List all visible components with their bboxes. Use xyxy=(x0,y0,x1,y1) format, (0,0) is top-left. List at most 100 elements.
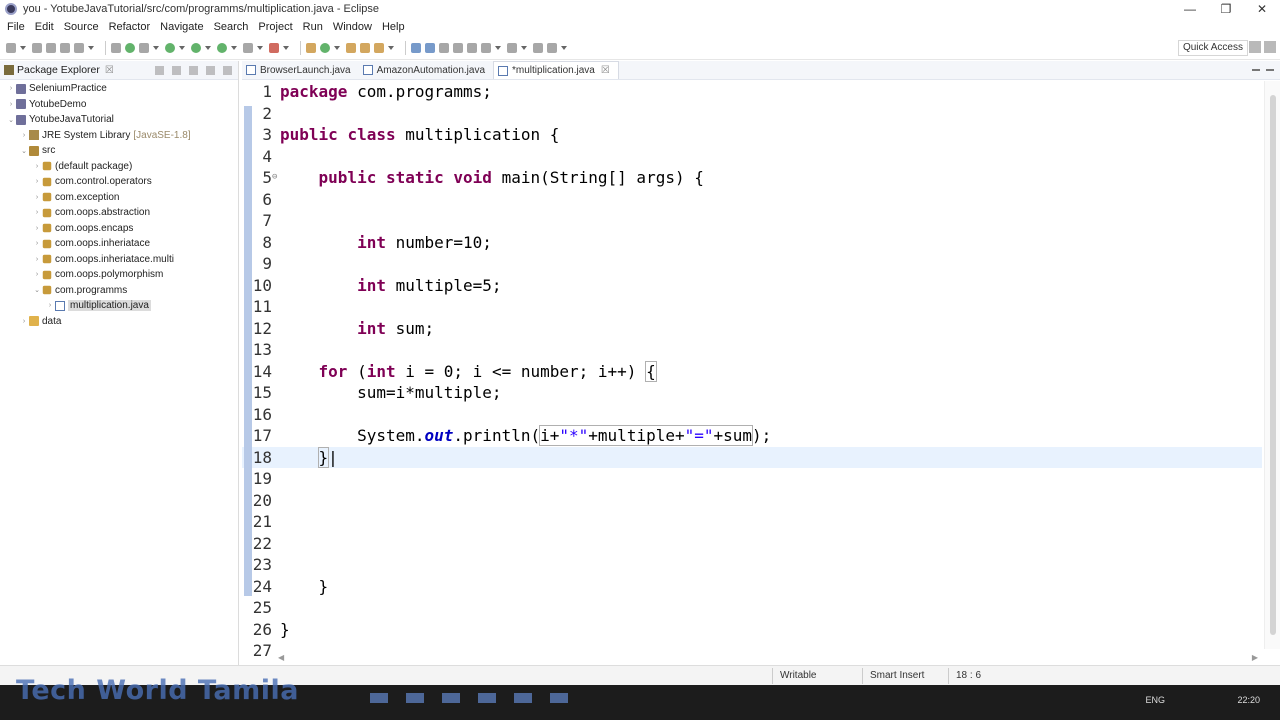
horizontal-scrollbar[interactable]: ◀ ▶ xyxy=(278,651,1258,663)
fold-toggle-icon[interactable]: ⊖ xyxy=(272,167,277,188)
new-class-icon[interactable] xyxy=(320,42,330,53)
external-tools-icon[interactable] xyxy=(269,42,279,53)
scroll-right-icon[interactable]: ▶ xyxy=(1252,653,1258,662)
menu-window[interactable]: Window xyxy=(328,21,377,33)
code-line[interactable]: 12 int sum; xyxy=(242,318,1262,339)
scroll-left-icon[interactable]: ◀ xyxy=(278,653,284,662)
skip-breakpoints-icon[interactable] xyxy=(111,42,121,53)
code-line[interactable]: 1 package com.programms; xyxy=(242,81,1262,102)
minimize-view-icon[interactable] xyxy=(206,65,215,75)
minimize-button[interactable]: — xyxy=(1172,0,1208,18)
maximize-button[interactable]: ❐ xyxy=(1208,0,1244,18)
tree-item[interactable]: › SeleniumPractice xyxy=(0,81,238,97)
collapsed-arrow-icon[interactable]: › xyxy=(6,85,16,92)
quick-access-field[interactable]: Quick Access xyxy=(1177,40,1248,56)
chevron-down-icon[interactable] xyxy=(388,45,394,50)
new-java-project-icon[interactable] xyxy=(306,42,316,53)
code-line[interactable]: 22 xyxy=(242,533,1262,554)
toggle-block-selection-icon[interactable] xyxy=(425,42,435,53)
menu-file[interactable]: File xyxy=(2,21,30,33)
code-line[interactable]: 21 xyxy=(242,511,1262,532)
menu-source[interactable]: Source xyxy=(59,21,104,33)
editor-tab[interactable]: BrowserLaunch.java xyxy=(242,61,359,79)
app-icon[interactable] xyxy=(514,693,532,703)
menu-edit[interactable]: Edit xyxy=(30,21,59,33)
menu-search[interactable]: Search xyxy=(209,21,254,33)
close-button[interactable]: ✕ xyxy=(1244,0,1280,18)
collapsed-arrow-icon[interactable]: › xyxy=(32,271,42,278)
expanded-arrow-icon[interactable]: ⌄ xyxy=(19,147,29,155)
close-view-icon[interactable]: ☒ xyxy=(105,65,114,76)
chevron-down-icon[interactable] xyxy=(257,45,263,50)
code-line[interactable]: 2 xyxy=(242,103,1262,124)
code-line[interactable]: 23 xyxy=(242,554,1262,575)
chevron-down-icon[interactable] xyxy=(179,45,185,50)
clock[interactable]: 22:20 xyxy=(1237,695,1260,705)
link-with-editor-icon[interactable] xyxy=(172,65,181,75)
code-line[interactable]: 20 xyxy=(242,490,1262,511)
collapsed-arrow-icon[interactable]: › xyxy=(6,101,16,108)
chevron-down-icon[interactable] xyxy=(561,45,567,50)
collapsed-arrow-icon[interactable]: › xyxy=(19,318,29,325)
tree-item[interactable]: › com.oops.inheriatace.multi xyxy=(0,252,238,268)
forward-icon[interactable] xyxy=(547,42,557,53)
code-line[interactable]: 6 xyxy=(242,189,1262,210)
chevron-down-icon[interactable] xyxy=(334,45,340,50)
minimize-editor-icon[interactable] xyxy=(1252,69,1260,71)
collapsed-arrow-icon[interactable]: › xyxy=(32,209,42,216)
code-line[interactable]: 15 sum=i*multiple; xyxy=(242,382,1262,403)
code-line[interactable]: 8 int number=10; xyxy=(242,232,1262,253)
toggle-mark-occurrences-icon[interactable] xyxy=(411,42,421,53)
open-folder-icon[interactable] xyxy=(360,42,370,53)
menu-project[interactable]: Project xyxy=(253,21,297,33)
chevron-down-icon[interactable] xyxy=(521,45,527,50)
app-icon[interactable] xyxy=(550,693,568,703)
language-indicator[interactable]: ENG xyxy=(1145,695,1165,705)
open-type-icon[interactable] xyxy=(346,42,356,53)
app-icon[interactable] xyxy=(370,693,388,703)
maximize-editor-icon[interactable] xyxy=(1266,69,1274,71)
refresh-icon[interactable] xyxy=(125,42,135,53)
editor-tab[interactable]: AmazonAutomation.java xyxy=(359,61,493,79)
code-line[interactable]: 19 xyxy=(242,468,1262,489)
menu-navigate[interactable]: Navigate xyxy=(155,21,208,33)
tree-item[interactable]: › com.exception xyxy=(0,190,238,206)
tree-item[interactable]: › com.oops.abstraction xyxy=(0,205,238,221)
code-line[interactable]: 14 for (int i = 0; i <= number; i++) { xyxy=(242,360,1262,382)
menu-refactor[interactable]: Refactor xyxy=(104,21,156,33)
code-line[interactable]: 10 int multiple=5; xyxy=(242,275,1262,296)
app-icon[interactable] xyxy=(406,693,424,703)
code-line[interactable]: 11 xyxy=(242,296,1262,317)
code-line[interactable]: 17 System.out.println(i+"*"+multiple+"="… xyxy=(242,425,1262,446)
tree-item[interactable]: › com.oops.encaps xyxy=(0,221,238,237)
previous-annotation-icon[interactable] xyxy=(507,42,517,53)
gear-icon[interactable] xyxy=(139,42,149,53)
app-icon[interactable] xyxy=(442,693,460,703)
code-line[interactable]: 3 public class multiplication { xyxy=(242,124,1262,145)
code-line[interactable]: 7 xyxy=(242,210,1262,231)
close-tab-icon[interactable]: ☒ xyxy=(601,65,610,76)
next-annotation-icon[interactable] xyxy=(481,42,491,53)
search-icon[interactable] xyxy=(374,42,384,53)
code-line[interactable]: 25 xyxy=(242,597,1262,618)
code-area[interactable]: 1 package com.programms; 2 3 public class mu… xyxy=(242,81,1262,660)
chevron-down-icon[interactable] xyxy=(20,45,26,50)
back-icon[interactable] xyxy=(533,42,543,53)
collapsed-arrow-icon[interactable]: › xyxy=(32,194,42,201)
collapsed-arrow-icon[interactable]: › xyxy=(32,178,42,185)
chevron-down-icon[interactable] xyxy=(231,45,237,50)
code-line[interactable]: 13 xyxy=(242,339,1262,360)
tree-item[interactable]: ⌄ YotubeJavaTutorial xyxy=(0,112,238,128)
open-perspective-icon[interactable] xyxy=(1249,41,1261,53)
tree-item[interactable]: › com.control.operators xyxy=(0,174,238,190)
code-line[interactable]: 18 }| xyxy=(242,446,1262,468)
tree-item[interactable]: ⌄ src xyxy=(0,143,238,159)
expanded-arrow-icon[interactable]: ⌄ xyxy=(6,116,16,124)
code-line[interactable]: 9 xyxy=(242,253,1262,274)
save-all-icon[interactable] xyxy=(46,42,56,53)
collapsed-arrow-icon[interactable]: › xyxy=(32,240,42,247)
coverage-icon[interactable] xyxy=(217,42,227,53)
tree-item[interactable]: › com.oops.inheriatace xyxy=(0,236,238,252)
save-icon[interactable] xyxy=(32,42,42,53)
insert-mode-status[interactable]: Smart Insert xyxy=(870,670,924,681)
